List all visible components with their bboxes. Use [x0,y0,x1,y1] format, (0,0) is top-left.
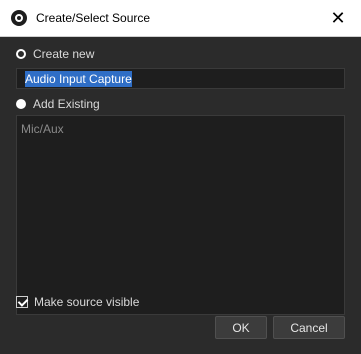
existing-sources-list[interactable]: Mic/Aux [16,115,345,315]
cancel-button[interactable]: Cancel [273,316,345,339]
create-new-option[interactable]: Create new [16,47,94,61]
close-icon[interactable]: ✕ [315,0,361,36]
source-name-input[interactable]: Audio Input Capture [16,68,345,89]
list-item[interactable]: Mic/Aux [21,122,340,136]
source-name-value: Audio Input Capture [25,71,132,87]
obs-logo-icon [11,10,27,26]
make-visible-checkbox[interactable] [16,296,28,308]
title-bar: Create/Select Source ✕ [0,0,361,37]
create-new-radio[interactable] [16,49,26,59]
add-existing-option[interactable]: Add Existing [16,97,100,111]
add-existing-radio[interactable] [16,99,26,109]
dialog-body: Create new Audio Input Capture Add Exist… [0,37,361,354]
make-visible-label: Make source visible [34,295,140,309]
add-existing-label: Add Existing [33,97,100,111]
make-visible-option[interactable]: Make source visible [16,295,139,309]
ok-button[interactable]: OK [215,316,267,339]
create-new-label: Create new [33,47,95,61]
window-title: Create/Select Source [36,11,151,25]
